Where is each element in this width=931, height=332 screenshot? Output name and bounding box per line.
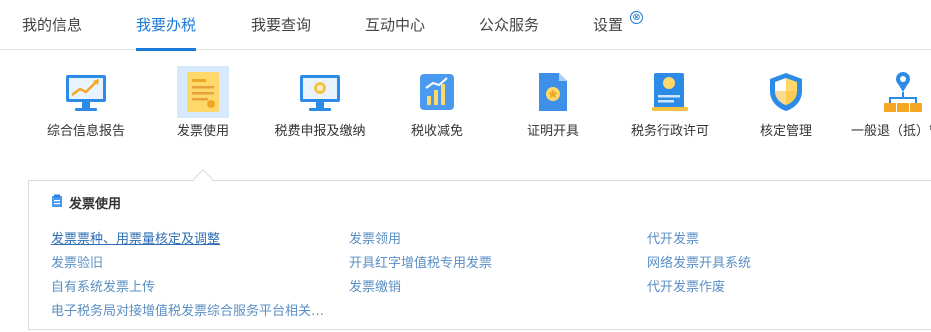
link-invoice-collect[interactable]: 发票领用 bbox=[349, 228, 401, 247]
invoice-document-icon bbox=[177, 66, 229, 118]
tab-settings[interactable]: 设置 bbox=[593, 0, 623, 50]
panel-title: 发票使用 bbox=[51, 193, 121, 212]
monitor-coin-icon bbox=[294, 66, 346, 118]
service-label: 证明开具 bbox=[526, 124, 579, 139]
shield-icon bbox=[760, 66, 812, 118]
link-red-vat-invoice[interactable]: 开具红字增值税专用发票 bbox=[349, 252, 492, 271]
link-online-invoice-system[interactable]: 网络发票开具系统 bbox=[647, 252, 751, 271]
link-vat-platform-connect[interactable]: 电子税务局对接增值税发票综合服务平台相关… bbox=[51, 300, 324, 319]
link-invoice-cancel[interactable]: 发票缴销 bbox=[349, 276, 401, 295]
org-location-icon bbox=[877, 66, 929, 118]
clipboard-icon bbox=[51, 194, 63, 212]
service-tax-relief[interactable]: 税收减免 bbox=[372, 66, 502, 140]
link-own-system-upload[interactable]: 自有系统发票上传 bbox=[51, 276, 155, 295]
link-invoice-check-old[interactable]: 发票验旧 bbox=[51, 252, 103, 271]
service-refund-management[interactable]: 一般退（抵）管理 bbox=[838, 66, 931, 140]
service-label: 发票使用 bbox=[176, 124, 229, 139]
link-agent-invoice-void[interactable]: 代开发票作废 bbox=[647, 276, 725, 295]
service-label: 核定管理 bbox=[759, 124, 812, 139]
invoice-usage-panel: 发票使用 发票票种、用票量核定及调整 发票验旧 自有系统发票上传 电子税务局对接… bbox=[28, 180, 931, 330]
service-assessment-management[interactable]: 核定管理 bbox=[721, 66, 851, 140]
top-nav: 我的信息 我要办税 我要查询 互动中心 公众服务 设置 ⊗ bbox=[0, 0, 931, 51]
service-administrative-license[interactable]: 税务行政许可 bbox=[605, 66, 735, 140]
service-label: 税收减免 bbox=[410, 124, 463, 139]
license-certificate-icon bbox=[644, 66, 696, 118]
certificate-file-icon bbox=[527, 66, 579, 118]
tab-interaction-center[interactable]: 互动中心 bbox=[365, 0, 425, 50]
service-certificate-issuance[interactable]: 证明开具 bbox=[488, 66, 618, 140]
service-invoice-usage[interactable]: 发票使用 bbox=[138, 66, 268, 140]
panel-title-text: 发票使用 bbox=[69, 197, 122, 212]
tab-query[interactable]: 我要查询 bbox=[251, 0, 311, 50]
service-label: 税务行政许可 bbox=[630, 124, 709, 139]
tab-public-service[interactable]: 公众服务 bbox=[479, 0, 539, 50]
link-agent-invoice[interactable]: 代开发票 bbox=[647, 228, 699, 247]
link-invoice-type-verification[interactable]: 发票票种、用票量核定及调整 bbox=[51, 228, 220, 247]
tab-my-info[interactable]: 我的信息 bbox=[22, 0, 82, 50]
service-label: 税费申报及缴纳 bbox=[274, 124, 366, 139]
service-tax-declaration[interactable]: 税费申报及缴纳 bbox=[255, 66, 385, 140]
service-label: 综合信息报告 bbox=[46, 124, 125, 139]
service-comprehensive-report[interactable]: 综合信息报告 bbox=[21, 66, 151, 140]
bar-chart-icon bbox=[411, 66, 463, 118]
service-label: 一般退（抵）管理 bbox=[850, 124, 931, 139]
tab-tax-handling[interactable]: 我要办税 bbox=[136, 0, 197, 51]
monitor-chart-icon bbox=[60, 66, 112, 118]
close-icon[interactable]: ⊗ bbox=[630, 11, 643, 24]
